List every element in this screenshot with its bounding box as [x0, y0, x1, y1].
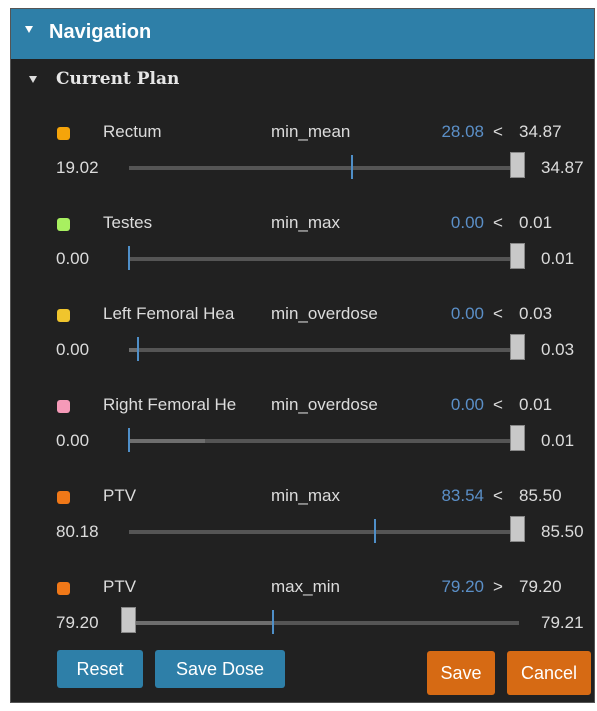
- navigation-header[interactable]: Navigation: [11, 9, 594, 59]
- comparison-operator: <: [493, 486, 503, 505]
- current-value-marker: [137, 337, 139, 361]
- current-value-marker: [374, 519, 376, 543]
- slider-max-value: 0.01: [541, 431, 575, 450]
- current-value: 0.00: [450, 304, 484, 323]
- structure-label: Testes: [103, 213, 153, 232]
- limit-value: 0.01: [519, 395, 553, 414]
- constraint-slider-track[interactable]: [129, 439, 519, 443]
- structure-label: PTV: [103, 577, 137, 596]
- constraint-slider-track[interactable]: [129, 166, 519, 170]
- color-swatch-icon: [57, 582, 70, 595]
- structure-label: PTV: [103, 486, 137, 505]
- color-swatch-icon: [57, 309, 70, 322]
- slider-handle[interactable]: [510, 516, 525, 542]
- constraint-slider-track[interactable]: [129, 621, 519, 625]
- reset-button[interactable]: Reset: [57, 650, 143, 688]
- limit-value: 85.50: [519, 486, 562, 505]
- limit-value: 34.87: [519, 122, 562, 141]
- slider-fill: [129, 621, 274, 625]
- slider-min-value: 80.18: [56, 522, 99, 541]
- current-value: 0.00: [450, 395, 484, 414]
- structure-label: Right Femoral He: [103, 395, 237, 414]
- slider-min-value: 0.00: [56, 431, 90, 450]
- navigation-title: Navigation: [49, 21, 152, 43]
- current-value-marker: [351, 155, 353, 179]
- slider-min-value: 79.20: [56, 613, 99, 632]
- constraint-type: min_mean: [271, 122, 351, 141]
- limit-value: 0.03: [519, 304, 553, 323]
- constraint-row: Right Femoral He min_overdose 0.00 < 0.0…: [11, 395, 594, 490]
- slider-max-value: 0.01: [541, 249, 575, 268]
- slider-fill: [129, 439, 205, 443]
- slider-handle[interactable]: [510, 152, 525, 178]
- current-value-marker: [272, 610, 274, 634]
- current-value-marker: [128, 246, 130, 270]
- constraint-slider-track[interactable]: [129, 530, 519, 534]
- limit-value: 79.20: [519, 577, 562, 596]
- color-swatch-icon: [57, 400, 70, 413]
- slider-handle[interactable]: [510, 425, 525, 451]
- constraint-row: Testes min_max 0.00 < 0.01 0.00 0.01: [11, 213, 594, 308]
- constraint-slider-track[interactable]: [129, 348, 519, 352]
- current-value-marker: [128, 428, 130, 452]
- current-plan-title: Current Plan: [56, 69, 180, 89]
- current-value: 0.00: [450, 213, 484, 232]
- collapse-triangle-icon[interactable]: [29, 76, 37, 83]
- structure-label: Left Femoral Hea: [103, 304, 235, 323]
- constraint-type: min_overdose: [271, 304, 378, 323]
- constraint-type: min_max: [271, 486, 340, 505]
- color-swatch-icon: [57, 491, 70, 504]
- slider-min-value: 19.02: [56, 158, 99, 177]
- comparison-operator: <: [493, 395, 503, 414]
- slider-handle[interactable]: [510, 243, 525, 269]
- constraint-type: min_overdose: [271, 395, 378, 414]
- comparison-operator: <: [493, 304, 503, 323]
- current-value: 28.08: [441, 122, 484, 141]
- constraint-row: Left Femoral Hea min_overdose 0.00 < 0.0…: [11, 304, 594, 399]
- current-value: 79.20: [441, 577, 484, 596]
- slider-max-value: 79.21: [541, 613, 584, 632]
- current-value: 83.54: [441, 486, 484, 505]
- cancel-button[interactable]: Cancel: [507, 651, 591, 695]
- comparison-operator: <: [493, 122, 503, 141]
- structure-label: Rectum: [103, 122, 162, 141]
- color-swatch-icon: [57, 218, 70, 231]
- constraint-row: Rectum min_mean 28.08 < 34.87 19.02 34.8…: [11, 122, 594, 217]
- slider-max-value: 34.87: [541, 158, 584, 177]
- navigation-panel: Navigation Current Plan Rectum min_mean …: [10, 8, 595, 703]
- constraint-type: min_max: [271, 213, 340, 232]
- constraint-slider-track[interactable]: [129, 257, 519, 261]
- current-plan-header[interactable]: Current Plan: [11, 65, 594, 95]
- save-button[interactable]: Save: [427, 651, 495, 695]
- slider-handle[interactable]: [121, 607, 136, 633]
- limit-value: 0.01: [519, 213, 553, 232]
- slider-min-value: 0.00: [56, 249, 90, 268]
- color-swatch-icon: [57, 127, 70, 140]
- constraint-type: max_min: [271, 577, 340, 596]
- slider-handle[interactable]: [510, 334, 525, 360]
- slider-max-value: 0.03: [541, 340, 575, 359]
- comparison-operator: <: [493, 213, 503, 232]
- slider-max-value: 85.50: [541, 522, 584, 541]
- comparison-operator: >: [493, 577, 503, 596]
- constraint-row: PTV min_max 83.54 < 85.50 80.18 85.50: [11, 486, 594, 581]
- slider-min-value: 0.00: [56, 340, 90, 359]
- save-dose-button[interactable]: Save Dose: [155, 650, 285, 688]
- collapse-triangle-icon[interactable]: [25, 26, 33, 33]
